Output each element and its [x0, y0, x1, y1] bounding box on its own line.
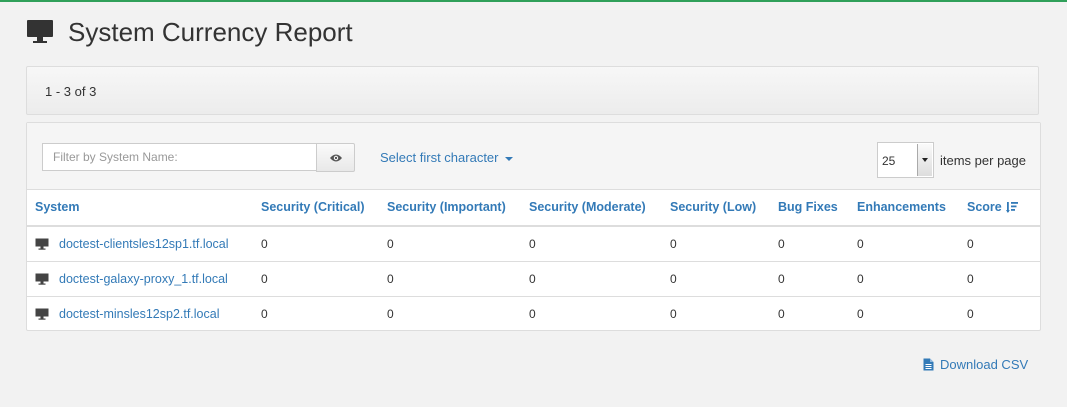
- cell-bug-fixes: 0: [778, 261, 857, 297]
- page-title: System Currency Report: [68, 16, 353, 47]
- cell-score: 0: [967, 261, 1040, 297]
- first-character-dropdown[interactable]: Select first character: [380, 150, 513, 165]
- first-character-label: Select first character: [380, 150, 499, 165]
- cell-security-important: 0: [387, 261, 529, 297]
- cell-security-low: 0: [670, 307, 677, 321]
- score-header-label: Score: [967, 199, 1002, 214]
- sort-descending-icon: [1005, 202, 1018, 214]
- select-arrow-icon[interactable]: [917, 144, 932, 176]
- pager-bar: 1 - 3 of 3: [26, 66, 1039, 115]
- cell-security-moderate: 0: [529, 226, 670, 262]
- items-per-page-control: 25 items per page: [877, 142, 1026, 178]
- cell-enhancements: 0: [857, 226, 967, 262]
- cell-security-critical: 0: [261, 226, 387, 262]
- table-row: doctest-clientsles12sp1.tf.local 0 0 0 0…: [27, 226, 1040, 262]
- download-csv-label: Download CSV: [940, 357, 1029, 372]
- items-per-page-label: items per page: [940, 152, 1026, 168]
- items-per-page-value: 25: [882, 154, 896, 168]
- system-cell: doctest-galaxy-proxy_1.tf.local: [27, 272, 261, 286]
- page-header: System Currency Report: [26, 16, 353, 48]
- column-header-security-critical[interactable]: Security (Critical): [261, 189, 387, 227]
- cell-enhancements: 0: [857, 307, 864, 321]
- system-link[interactable]: doctest-minsles12sp2.tf.local: [59, 307, 220, 321]
- column-header-enhancements[interactable]: Enhancements: [857, 189, 967, 227]
- cell-security-critical: 0: [261, 261, 387, 297]
- table-row: doctest-minsles12sp2.tf.local 0 0 0 0 0 …: [27, 297, 1040, 332]
- toggle-filter-button[interactable]: [316, 143, 355, 172]
- caret-down-icon: [504, 156, 513, 161]
- file-icon: [923, 358, 934, 371]
- cell-security-important: 0: [387, 226, 529, 262]
- report-panel: Select first character 25 items per page…: [26, 122, 1041, 331]
- cell-bug-fixes: 0: [778, 226, 857, 262]
- column-header-security-low[interactable]: Security (Low): [670, 189, 778, 227]
- system-monitor-icon: [35, 238, 49, 250]
- table-row: doctest-galaxy-proxy_1.tf.local 0 0 0 0 …: [27, 261, 1040, 297]
- pager-range: 1 - 3 of 3: [45, 84, 97, 99]
- cell-bug-fixes: 0: [778, 307, 785, 321]
- download-csv-link[interactable]: Download CSV: [923, 357, 1028, 372]
- cell-security-moderate: 0: [529, 261, 670, 297]
- items-per-page-select[interactable]: 25: [877, 142, 934, 178]
- cell-security-important: 0: [387, 307, 394, 321]
- system-monitor-icon: [35, 308, 49, 320]
- column-header-security-moderate[interactable]: Security (Moderate): [529, 189, 670, 227]
- monitor-icon: [27, 20, 53, 43]
- top-accent-line: [0, 0, 1067, 2]
- system-link[interactable]: doctest-galaxy-proxy_1.tf.local: [59, 272, 228, 286]
- cell-score: 0: [967, 226, 1040, 262]
- table-toolbar: Select first character 25 items per page: [27, 123, 1040, 190]
- cell-security-critical: 0: [261, 307, 268, 321]
- column-header-bug-fixes[interactable]: Bug Fixes: [778, 189, 857, 227]
- column-header-system[interactable]: System: [27, 189, 261, 227]
- system-cell: doctest-minsles12sp2.tf.local: [27, 307, 261, 321]
- system-monitor-icon: [35, 273, 49, 285]
- system-name-filter-input[interactable]: [42, 143, 316, 171]
- system-cell: doctest-clientsles12sp1.tf.local: [27, 237, 261, 251]
- cell-score: 0: [967, 307, 974, 321]
- column-header-score[interactable]: Score: [967, 189, 1040, 227]
- cell-security-low: 0: [670, 226, 778, 262]
- table-header-row: System Security (Critical) Security (Imp…: [27, 189, 1040, 227]
- column-header-security-important[interactable]: Security (Important): [387, 189, 529, 227]
- currency-table: System Security (Critical) Security (Imp…: [27, 189, 1040, 331]
- cell-security-low: 0: [670, 261, 778, 297]
- eye-icon: [329, 154, 342, 161]
- cell-security-moderate: 0: [529, 307, 536, 321]
- cell-enhancements: 0: [857, 261, 967, 297]
- system-link[interactable]: doctest-clientsles12sp1.tf.local: [59, 237, 229, 251]
